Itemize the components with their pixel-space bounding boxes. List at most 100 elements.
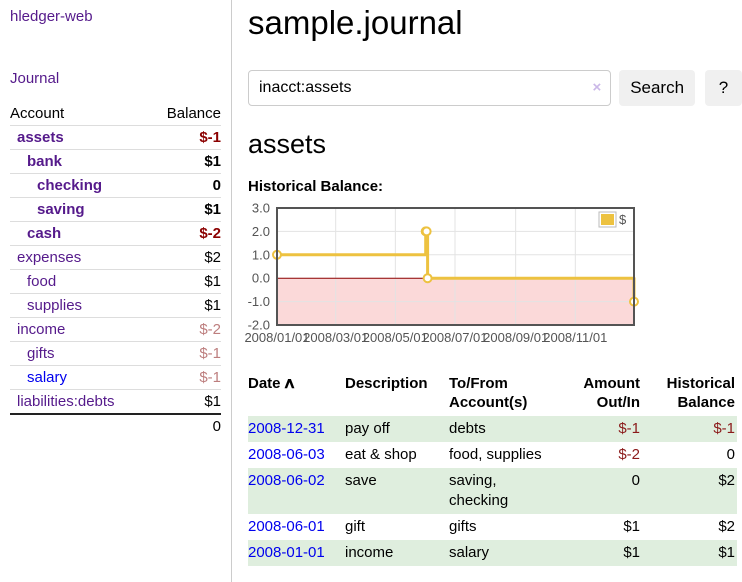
transaction-row: 2008-01-01incomesalary$1$1 xyxy=(248,540,737,566)
transaction-row: 2008-06-03eat & shopfood, supplies$-20 xyxy=(248,442,737,468)
account-name: expenses xyxy=(10,249,81,267)
balance-header-line1: Historical xyxy=(667,375,735,392)
account-balance: $1 xyxy=(204,297,221,315)
accounts-header-balance: Balance xyxy=(167,105,221,123)
account-link-bank[interactable]: bank xyxy=(27,153,62,170)
transaction-description: pay off xyxy=(345,416,449,442)
column-header-accounts: To/From Account(s) xyxy=(449,372,557,416)
transaction-balance: $1 xyxy=(646,540,737,566)
svg-text:2008/05/01: 2008/05/01 xyxy=(363,330,428,345)
account-link-assets[interactable]: assets xyxy=(17,129,64,146)
svg-text:-1.0: -1.0 xyxy=(248,294,270,309)
sidebar: hledger-web Journal Account Balance asse… xyxy=(0,0,232,582)
account-row: income$-2 xyxy=(10,318,221,342)
account-link-saving[interactable]: saving xyxy=(37,201,85,218)
nav-journal-link[interactable]: Journal xyxy=(10,70,59,87)
transaction-date-link[interactable]: 2008-12-31 xyxy=(248,420,325,437)
transaction-date-link[interactable]: 2008-06-03 xyxy=(248,446,325,463)
search-form: × Search ? xyxy=(248,70,742,106)
column-header-amount: Amount Out/In xyxy=(557,372,646,416)
svg-text:1.0: 1.0 xyxy=(252,247,270,262)
accounts-total-row: 0 xyxy=(10,413,221,439)
date-header-label: Date xyxy=(248,375,281,392)
account-row: bank $1 xyxy=(10,150,221,174)
transaction-description: income xyxy=(345,540,449,566)
account-row: gifts$-1 xyxy=(10,342,221,366)
account-link-checking[interactable]: checking xyxy=(37,177,102,194)
account-row: saving $1 xyxy=(10,198,221,222)
search-input[interactable] xyxy=(248,70,611,106)
svg-text:2008/01/01: 2008/01/01 xyxy=(244,330,309,345)
brand-link[interactable]: hledger-web xyxy=(10,8,93,25)
column-header-balance: Historical Balance xyxy=(646,372,737,416)
svg-text:2008/09/01: 2008/09/01 xyxy=(483,330,548,345)
account-name: assets xyxy=(10,129,64,147)
transaction-date-cell: 2008-12-31 xyxy=(248,416,345,442)
transaction-balance: 0 xyxy=(646,442,737,468)
account-link-gifts[interactable]: gifts xyxy=(27,345,55,362)
account-link-cash[interactable]: cash xyxy=(27,225,61,242)
transaction-amount: $1 xyxy=(557,540,646,566)
account-link-supplies[interactable]: supplies xyxy=(27,297,82,314)
transaction-balance: $2 xyxy=(646,514,737,540)
account-name: liabilities:debts xyxy=(10,393,115,411)
account-row: assets $-1 xyxy=(10,126,221,150)
svg-text:2008/07/01: 2008/07/01 xyxy=(422,330,487,345)
account-name: checking xyxy=(10,177,102,195)
account-balance: $-1 xyxy=(199,129,221,147)
transaction-date-cell: 2008-06-01 xyxy=(248,514,345,540)
account-balance: $1 xyxy=(204,393,221,411)
accounts-header-account: Account xyxy=(10,105,64,123)
accounts-total-value: 0 xyxy=(213,418,221,436)
account-link-liabilities-debts[interactable]: liabilities:debts xyxy=(17,393,115,410)
transaction-date-cell: 2008-06-02 xyxy=(248,468,345,514)
search-button[interactable]: Search xyxy=(619,70,695,106)
transaction-balance: $-1 xyxy=(646,416,737,442)
account-name: bank xyxy=(10,153,62,171)
account-name: saving xyxy=(10,201,85,219)
account-link-expenses[interactable]: expenses xyxy=(17,249,81,266)
transaction-amount: $-1 xyxy=(557,416,646,442)
transaction-description: save xyxy=(345,468,449,514)
register-rows: 2008-12-31pay offdebts$-1$-12008-06-03ea… xyxy=(248,416,737,566)
account-name: cash xyxy=(10,225,61,243)
chart-title: Historical Balance: xyxy=(248,178,742,195)
column-header-date[interactable]: Date∧ xyxy=(248,372,345,416)
accounts-header-line2: Account(s) xyxy=(449,394,527,411)
transaction-row: 2008-06-02savesaving,checking0$2 xyxy=(248,468,737,514)
account-link-income[interactable]: income xyxy=(17,321,65,338)
amount-header-line1: Amount xyxy=(583,375,640,392)
account-balance: $1 xyxy=(204,201,221,219)
account-link-food[interactable]: food xyxy=(27,273,56,290)
account-row: salary$-1 xyxy=(10,366,221,390)
account-heading: assets xyxy=(248,129,742,159)
svg-text:0.0: 0.0 xyxy=(252,271,270,286)
transaction-accounts: debts xyxy=(449,416,557,442)
account-name: income xyxy=(10,321,65,339)
account-balance: $1 xyxy=(204,273,221,291)
transaction-accounts: gifts xyxy=(449,514,557,540)
account-row: cash$-2 xyxy=(10,222,221,246)
transaction-amount: $-2 xyxy=(557,442,646,468)
account-row: food $1 xyxy=(10,270,221,294)
search-help-button[interactable]: ? xyxy=(705,70,742,106)
account-row: expenses$2 xyxy=(10,246,221,270)
transaction-date-link[interactable]: 2008-06-01 xyxy=(248,518,325,535)
account-balance: $1 xyxy=(204,153,221,171)
transaction-date-link[interactable]: 2008-06-02 xyxy=(248,472,325,489)
account-name: food xyxy=(10,273,56,291)
transaction-date-link[interactable]: 2008-01-01 xyxy=(248,544,325,561)
clear-search-icon[interactable]: × xyxy=(592,79,601,97)
svg-text:2008/11/01: 2008/11/01 xyxy=(543,330,607,345)
transaction-accounts: food, supplies xyxy=(449,442,557,468)
app-brand: hledger-web xyxy=(10,8,221,25)
register-header-row: Date∧ Description To/From Account(s) Amo… xyxy=(248,372,737,416)
main-content: sample.journal × Search ? assets Histori… xyxy=(233,0,742,582)
register-table: Date∧ Description To/From Account(s) Amo… xyxy=(248,372,737,566)
account-name: salary xyxy=(10,369,67,387)
sidebar-nav: Journal xyxy=(10,70,221,87)
transaction-balance: $2 xyxy=(646,468,737,514)
svg-text:2.0: 2.0 xyxy=(252,224,270,239)
account-row: checking0 xyxy=(10,174,221,198)
account-link-salary[interactable]: salary xyxy=(27,369,67,386)
